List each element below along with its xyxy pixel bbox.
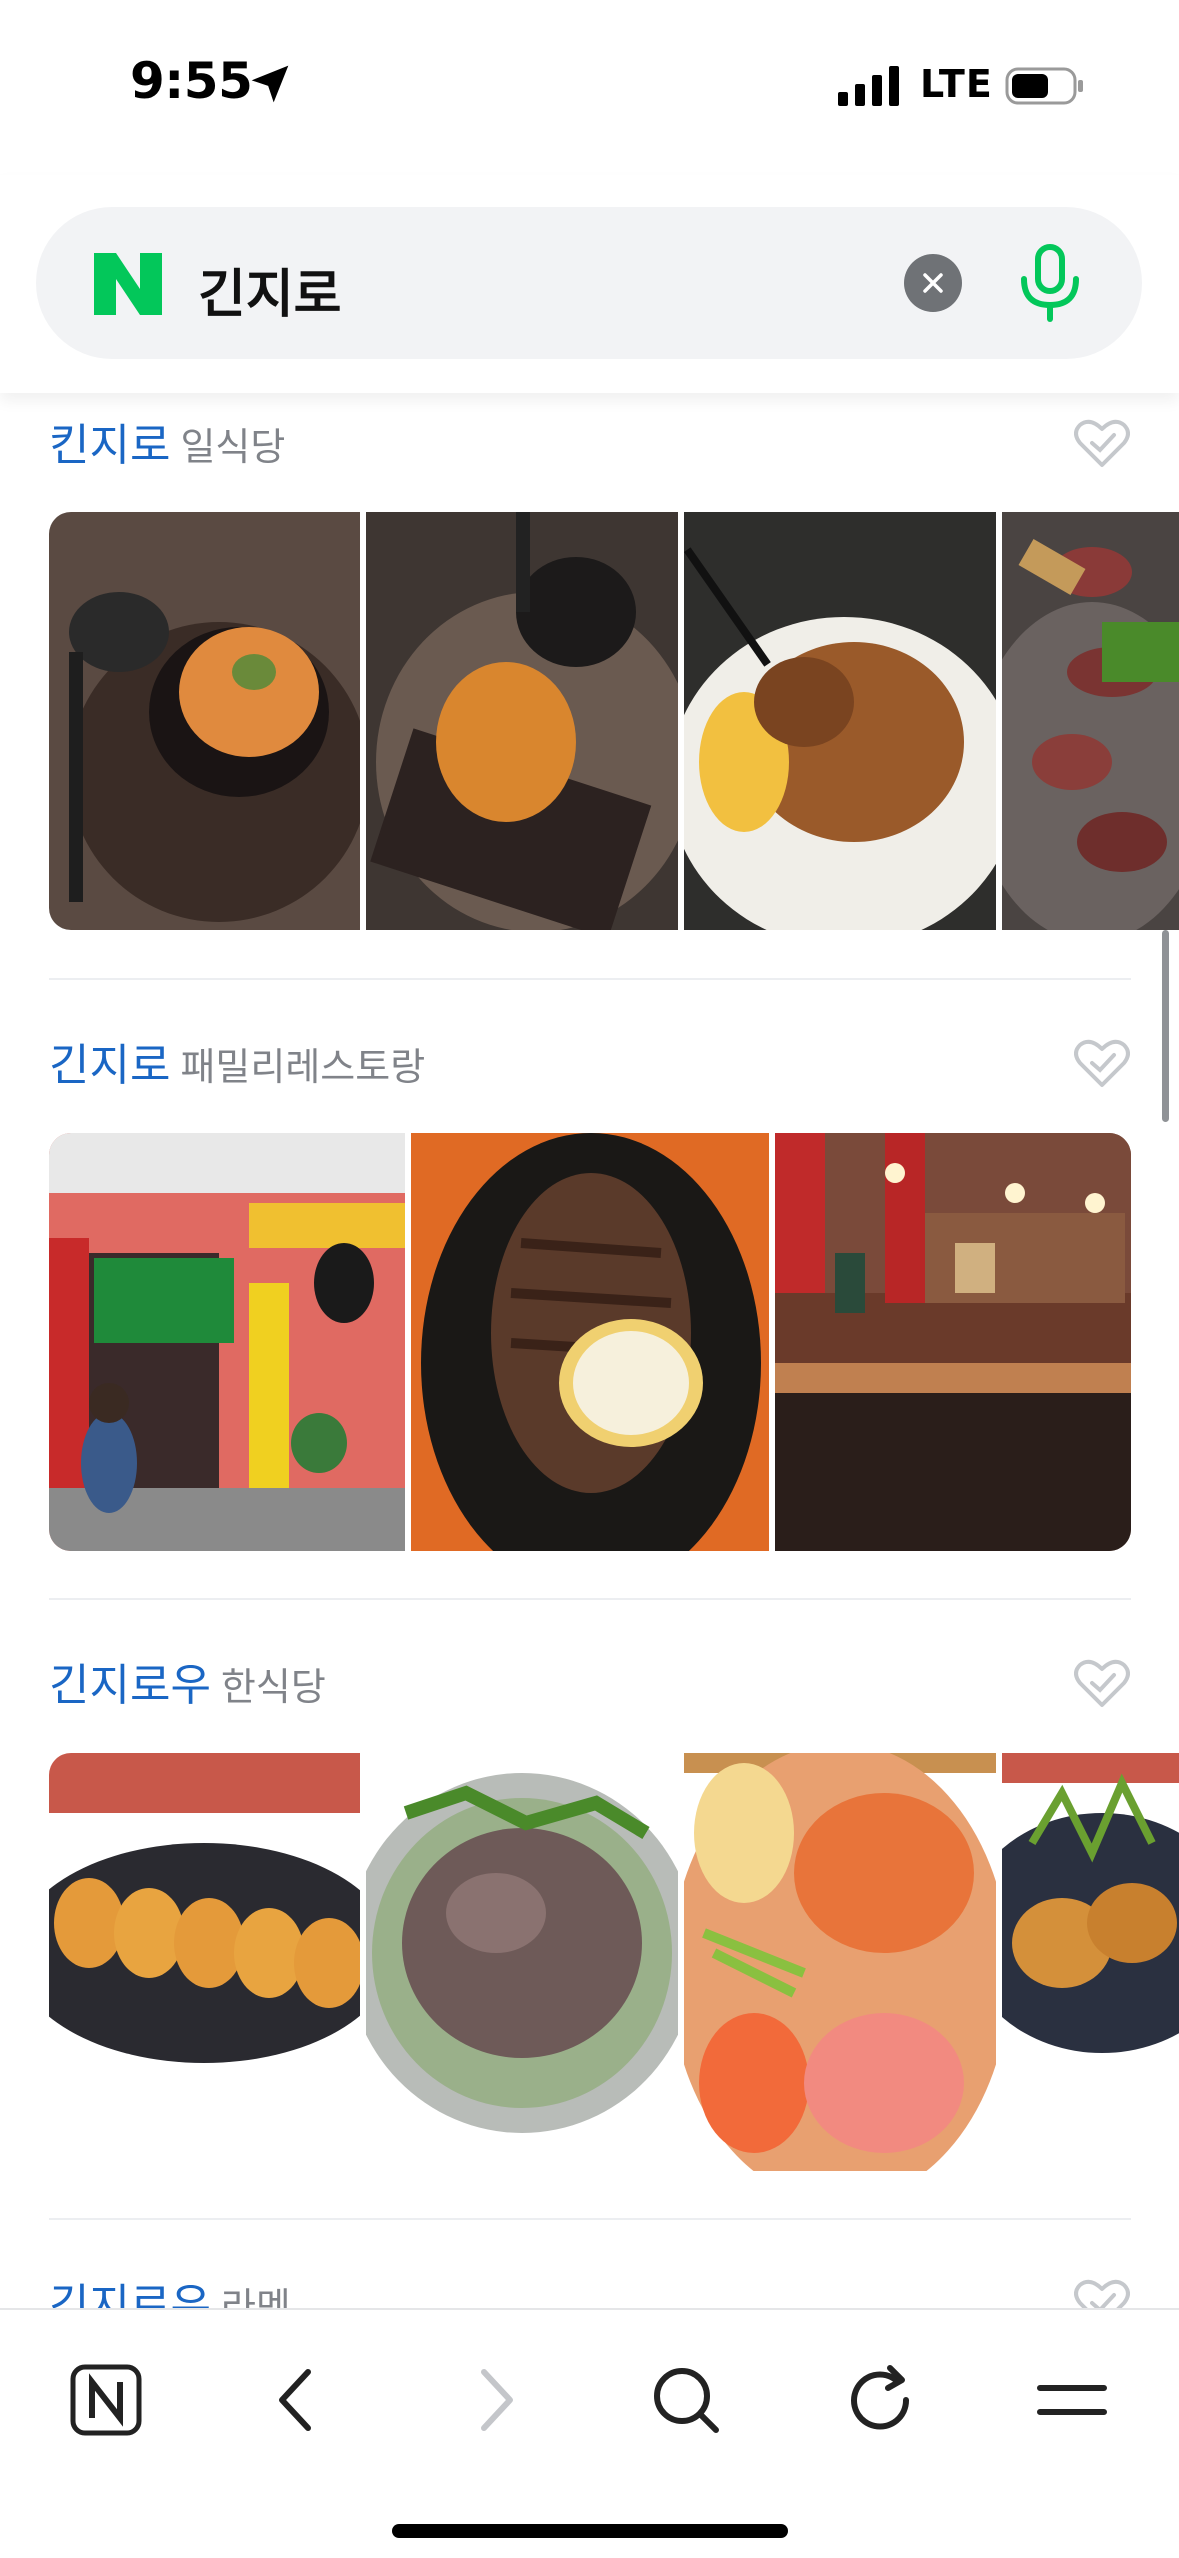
save-heart-icon[interactable] <box>1074 1037 1130 1089</box>
menu-icon[interactable] <box>1032 2360 1112 2440</box>
mentaiko-photo[interactable] <box>684 1753 996 2171</box>
close-icon <box>923 273 943 293</box>
save-heart-icon[interactable] <box>1074 1657 1130 1709</box>
battery-icon <box>1005 67 1083 105</box>
storefront-photo[interactable] <box>49 1133 405 1551</box>
location-arrow-icon <box>251 65 289 103</box>
microphone-icon[interactable] <box>1016 243 1084 323</box>
naver-home-icon[interactable] <box>66 2360 146 2440</box>
photo-strip[interactable] <box>49 1133 1131 1551</box>
food-photo[interactable] <box>366 512 678 930</box>
result-category: 패밀리레스토랑 <box>180 1045 426 1089</box>
clear-search-button[interactable] <box>904 254 962 312</box>
naver-logo-icon <box>94 253 162 315</box>
save-heart-icon[interactable] <box>1074 417 1130 469</box>
bottom-toolbar <box>0 2308 1179 2558</box>
food-photo[interactable] <box>684 512 996 930</box>
divider <box>49 1598 1131 1600</box>
divider <box>49 978 1131 980</box>
network-type: LTE <box>920 62 993 106</box>
food-photo[interactable] <box>1002 512 1179 930</box>
steak-photo[interactable] <box>411 1133 769 1551</box>
status-time: 9:55 <box>130 52 253 110</box>
gyoza-photo[interactable] <box>49 1753 360 2171</box>
search-bar[interactable]: 긴지로 <box>36 207 1142 359</box>
result-name[interactable]: 긴지로 <box>49 1040 170 1091</box>
beef-soup-photo[interactable] <box>366 1753 678 2171</box>
result-category: 일식당 <box>180 425 286 469</box>
search-icon[interactable] <box>646 2360 726 2440</box>
result-name[interactable]: 킨지로 <box>49 420 170 471</box>
forward-icon[interactable] <box>454 2360 534 2440</box>
result-category: 한식당 <box>220 1665 326 1709</box>
result-title[interactable]: 긴지로 패밀리레스토랑 <box>49 1029 425 1093</box>
divider <box>49 2218 1131 2220</box>
food-photo[interactable] <box>49 512 360 930</box>
result-title[interactable]: 긴지로우 한식당 <box>49 1649 326 1713</box>
refresh-icon[interactable] <box>840 2360 920 2440</box>
result-name[interactable]: 긴지로우 <box>49 1660 211 1711</box>
cellular-signal-icon <box>838 66 899 106</box>
search-header: 긴지로 <box>0 175 1179 393</box>
home-indicator[interactable] <box>392 2524 788 2538</box>
photo-strip[interactable] <box>49 1753 1179 2171</box>
status-bar: 9:55 LTE <box>0 0 1179 175</box>
result-title[interactable]: 킨지로 일식당 <box>49 409 285 473</box>
scroll-indicator[interactable] <box>1162 930 1169 1122</box>
interior-photo[interactable] <box>775 1133 1131 1551</box>
search-input[interactable]: 긴지로 <box>198 252 342 327</box>
photo-strip[interactable] <box>49 512 1179 930</box>
back-icon[interactable] <box>258 2360 338 2440</box>
chicken-photo[interactable] <box>1002 1753 1179 2171</box>
